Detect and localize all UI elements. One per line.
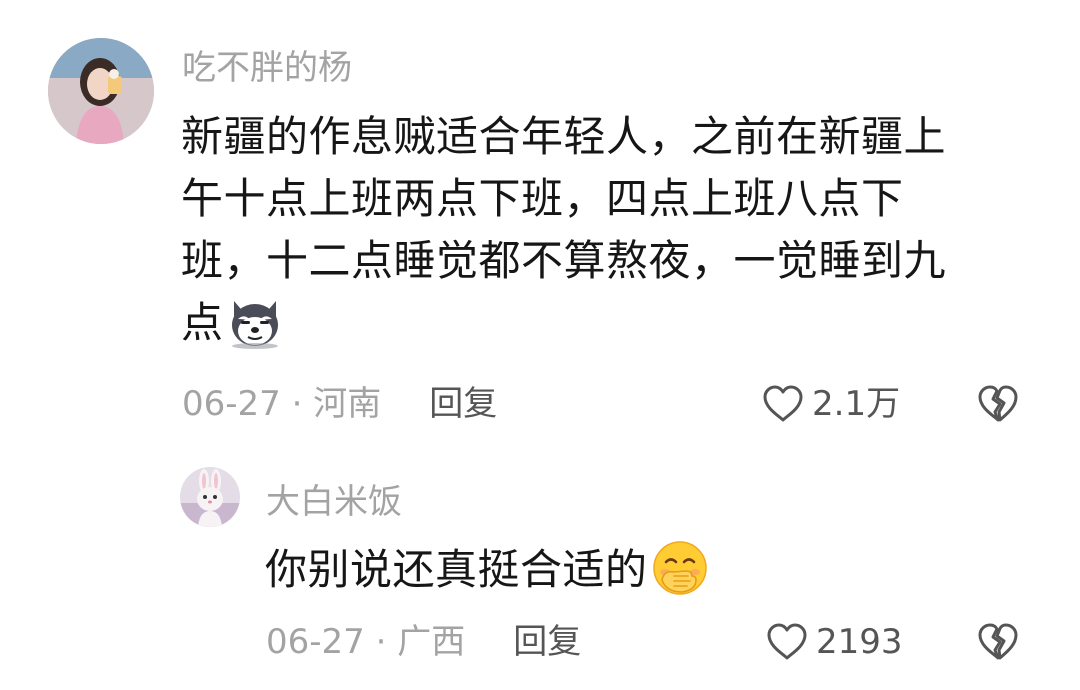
like-count: 2193 xyxy=(816,622,903,662)
comment-line: 你别说还真挺合适的 xyxy=(265,540,1045,612)
broken-heart-icon xyxy=(978,623,1018,660)
username[interactable]: 大白米饭 xyxy=(266,482,402,522)
comment-text: 你别说还真挺合适的 xyxy=(265,540,1045,612)
comment-meta: 06-27 · 河南 回复 xyxy=(182,384,497,424)
username[interactable]: 吃不胖的杨 xyxy=(182,48,352,88)
comment-line-last: 点 xyxy=(181,292,1011,366)
comment-meta: 06-27 · 广西 回复 xyxy=(266,622,581,662)
comment-line: 新疆的作息贼适合年轻人，之前在新疆上 xyxy=(181,112,947,161)
like-button[interactable]: 2193 xyxy=(766,622,903,662)
hand-over-mouth-emoji xyxy=(652,540,708,612)
comment-line: 班，十二点睡觉都不算熬夜，一觉睡到九 xyxy=(181,236,947,285)
reply-button[interactable]: 回复 xyxy=(513,622,581,662)
comment-line: 午十点上班两点下班，四点上班八点下 xyxy=(181,174,904,223)
heart-icon xyxy=(763,385,803,422)
comment-text: 新疆的作息贼适合年轻人，之前在新疆上 午十点上班两点下班，四点上班八点下 班，十… xyxy=(181,106,1011,366)
comment-item: 吃不胖的杨 新疆的作息贼适合年轻人，之前在新疆上 午十点上班两点下班，四点上班八… xyxy=(0,0,1080,460)
like-count: 2.1万 xyxy=(812,384,901,424)
avatar-image xyxy=(180,467,240,527)
comment-line-text: 点 xyxy=(181,298,224,347)
dislike-button[interactable] xyxy=(976,384,1020,424)
avatar[interactable] xyxy=(180,467,240,527)
reply-button[interactable]: 回复 xyxy=(429,384,497,424)
comment-line-text: 你别说还真挺合适的 xyxy=(265,545,648,594)
avatar[interactable] xyxy=(48,38,154,144)
date-location: 06-27 · 河南 xyxy=(182,384,382,424)
heart-icon xyxy=(767,623,807,660)
like-button[interactable]: 2.1万 xyxy=(762,384,900,424)
avatar-image xyxy=(48,38,154,144)
husky-smirk-emoji xyxy=(228,297,282,366)
date-location: 06-27 · 广西 xyxy=(266,622,466,662)
comment-thread: 吃不胖的杨 新疆的作息贼适合年轻人，之前在新疆上 午十点上班两点下班，四点上班八… xyxy=(0,0,1080,690)
dislike-button[interactable] xyxy=(976,622,1020,662)
broken-heart-icon xyxy=(978,385,1018,422)
